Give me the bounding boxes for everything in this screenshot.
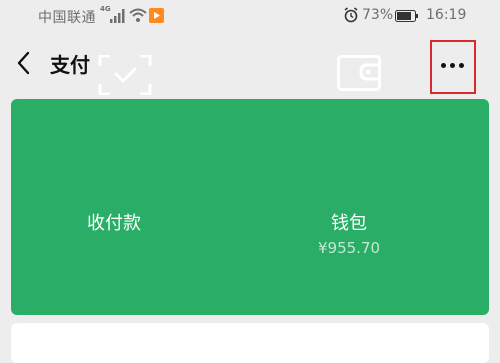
services-panel	[11, 323, 489, 363]
wallet-icon	[337, 55, 381, 91]
wifi-icon	[129, 8, 147, 22]
battery-percentage: 73%	[362, 7, 394, 23]
back-arrow-icon[interactable]	[13, 50, 35, 76]
app-notification-icon	[149, 8, 164, 23]
page-title: 支付	[50, 53, 90, 77]
receive-pay-button[interactable]	[11, 99, 250, 315]
battery-icon	[395, 10, 418, 22]
carrier-name: 中国联通	[38, 10, 96, 26]
more-dot-icon	[441, 63, 446, 68]
scan-check-icon	[98, 55, 152, 95]
alarm-icon	[344, 7, 358, 23]
wallet-button[interactable]	[250, 99, 489, 315]
nav-bar: 支付	[0, 32, 500, 94]
status-bar: 中国联通 4G 73% 16:19	[0, 0, 500, 32]
status-time: 16:19	[426, 7, 467, 23]
receive-pay-label: 收付款	[87, 213, 141, 234]
signal-icon	[110, 9, 125, 23]
more-dot-icon	[450, 63, 455, 68]
wallet-label: 钱包	[331, 213, 367, 234]
more-dot-icon	[459, 63, 464, 68]
wallet-balance: ¥955.70	[318, 239, 381, 257]
more-options-button[interactable]	[430, 40, 476, 94]
